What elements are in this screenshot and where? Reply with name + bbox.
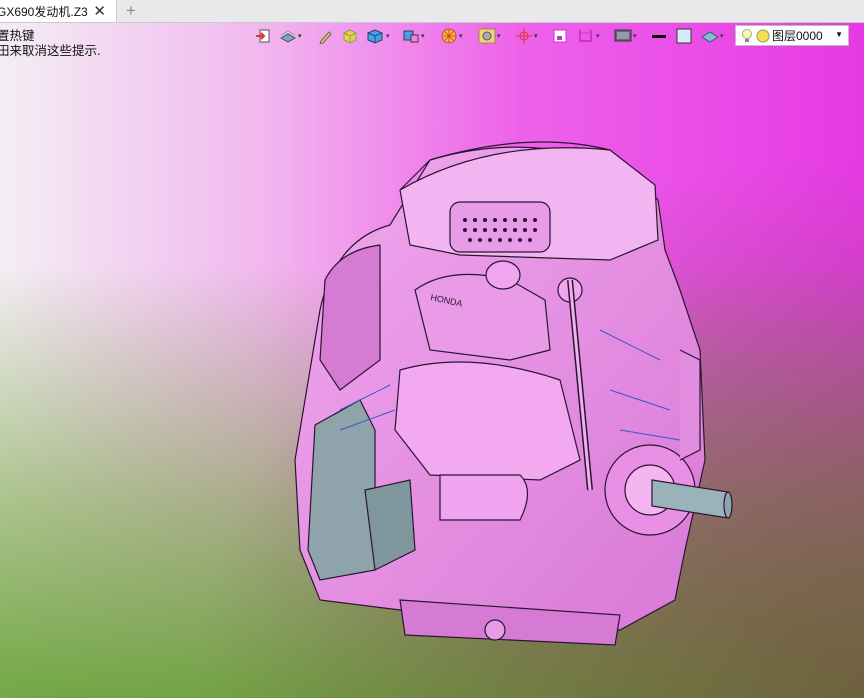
cylinder-block <box>394 361 581 481</box>
document-tab[interactable]: GX690发动机.Z3 ✕ <box>0 0 117 22</box>
tab-bar: GX690发动机.Z3 ✕ + <box>0 0 864 23</box>
new-tab-button[interactable]: + <box>122 0 140 22</box>
section-icon[interactable]: ▾ <box>577 25 600 47</box>
display-icon[interactable]: ▾ <box>614 25 637 47</box>
hint-line-1: 置热键 <box>0 29 35 43</box>
fill-color-icon[interactable] <box>676 25 692 47</box>
starter <box>439 474 529 521</box>
hint-line-2: 田来取消这些提示. <box>0 44 101 58</box>
line-color-icon[interactable] <box>651 25 667 47</box>
engine-model[interactable]: HONDA <box>280 130 740 660</box>
axis-icon[interactable]: ▾ <box>515 25 538 47</box>
air-filter-grille <box>449 201 551 253</box>
bulb-icon[interactable] <box>741 28 753 44</box>
layer-select[interactable]: 图层0000 ▼ <box>735 25 849 46</box>
box-shaded-icon[interactable] <box>341 25 359 47</box>
close-icon[interactable]: ✕ <box>93 2 106 20</box>
frame-icon[interactable] <box>552 25 568 47</box>
layers-dropdown-icon[interactable]: ▾ <box>279 25 302 47</box>
import-icon[interactable] <box>255 25 271 47</box>
render-icon[interactable]: ▾ <box>478 25 501 47</box>
chevron-down-icon[interactable]: ▼ <box>835 30 843 39</box>
color-wheel-icon[interactable]: ▾ <box>440 25 463 47</box>
cube-icon[interactable]: ▾ <box>365 25 390 47</box>
cube-view-icon[interactable]: ▾ <box>402 25 425 47</box>
pencil-icon[interactable] <box>318 25 332 47</box>
document-tab-label: GX690发动机.Z3 <box>0 4 88 19</box>
surface-icon[interactable]: ▾ <box>701 25 724 47</box>
hotkey-hint: 置热键 田来取消这些提示. <box>0 29 100 59</box>
layer-lamp-icon <box>756 29 770 42</box>
fuel-cap <box>485 260 521 290</box>
layer-label: 图层0000 <box>772 29 823 43</box>
